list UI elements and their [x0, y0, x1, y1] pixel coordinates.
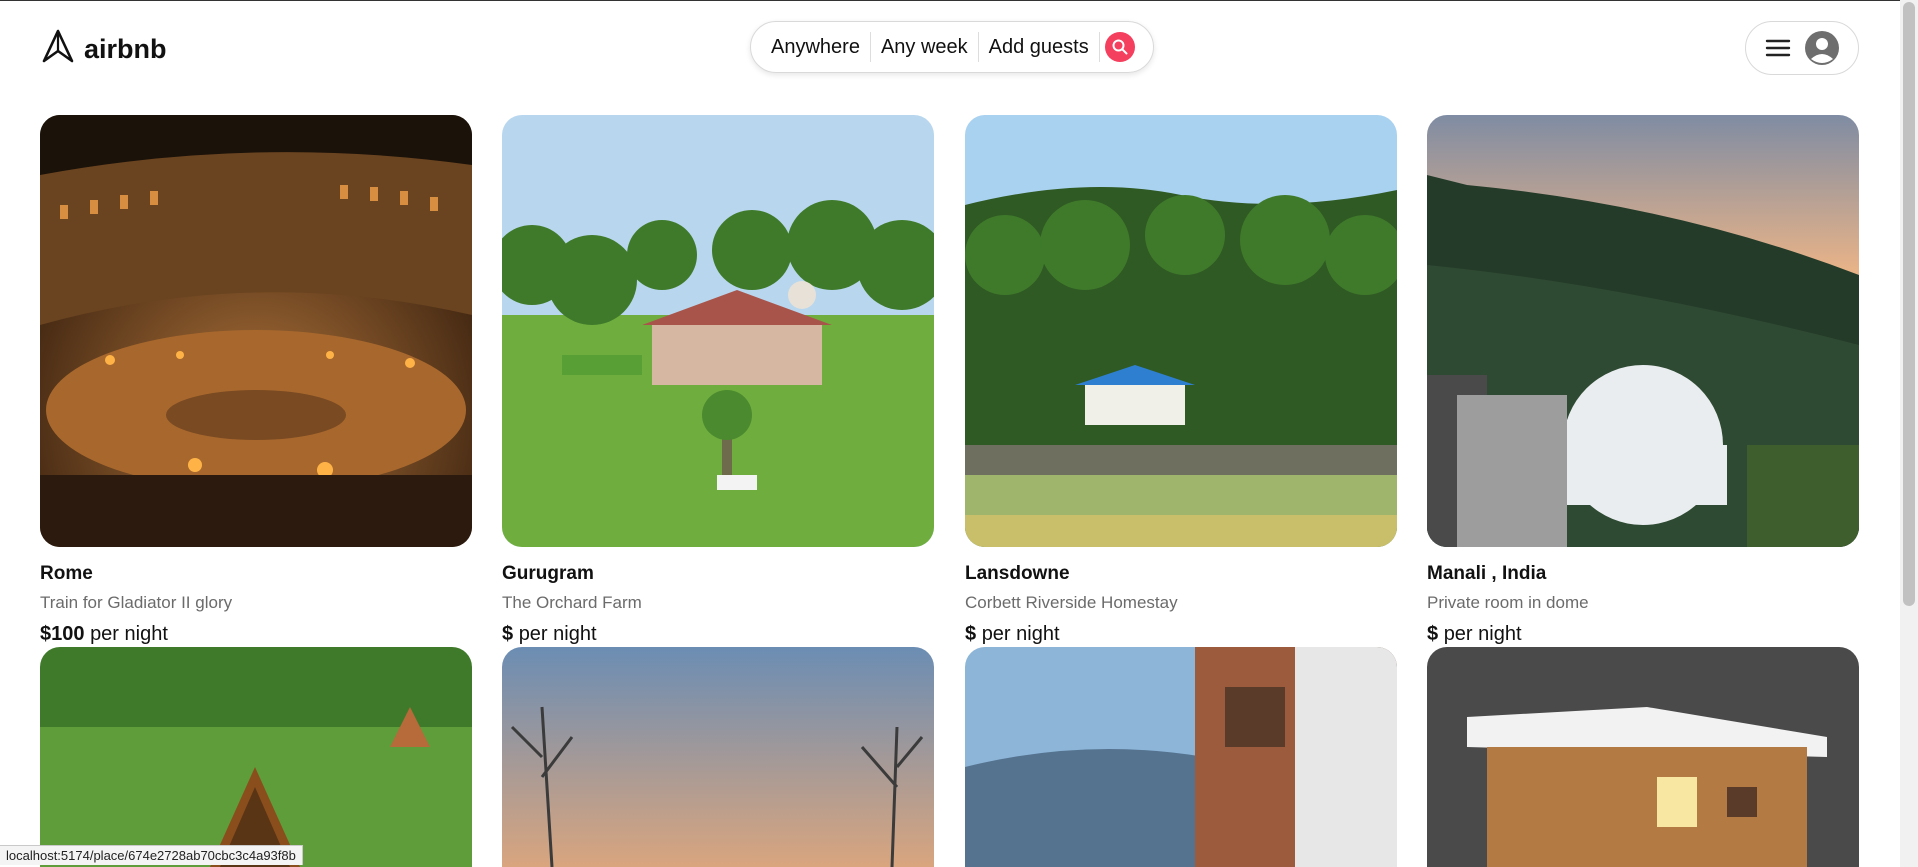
listing-photo[interactable]: [1427, 647, 1859, 867]
brand-name: airbnb: [84, 34, 167, 64]
listing-subtitle: Train for Gladiator II glory: [40, 593, 233, 612]
status-url: localhost:5174/place/674e2728ab70cbc3c4a…: [0, 845, 303, 865]
listing-price: $ per night: [965, 623, 1397, 646]
listing-title: Manali , India: [1427, 563, 1547, 584]
listing-photo[interactable]: [502, 647, 934, 867]
search-bar[interactable]: Anywhere Any week Add guests: [750, 21, 1154, 73]
price-unit: per night: [981, 623, 1060, 645]
listing-title: Lansdowne: [965, 563, 1070, 584]
listing-photo[interactable]: [965, 647, 1397, 867]
price-unit: per night: [1443, 623, 1522, 645]
listing-photo[interactable]: [502, 115, 934, 547]
search-add-guests[interactable]: Add guests: [979, 34, 1099, 60]
farmhouse-photo: [502, 115, 934, 547]
listing-card[interactable]: Rome Train for Gladiator II glory $100 p…: [40, 115, 472, 646]
listing-price: $ per night: [502, 623, 934, 646]
user-menu-button[interactable]: [1745, 21, 1859, 75]
header: airbnb Anywhere Any week Add guests: [0, 0, 1900, 100]
price-amount: $: [502, 623, 514, 645]
price-amount: $: [965, 623, 977, 645]
listing-card[interactable]: Manali , India Private room in dome $ pe…: [1427, 115, 1859, 646]
price-amount: $: [1427, 623, 1439, 645]
user-avatar-icon: [1805, 31, 1839, 65]
listing-card[interactable]: Gurugram The Orchard Farm $ per night: [502, 115, 934, 646]
search-any-week[interactable]: Any week: [871, 34, 978, 60]
listing-photo[interactable]: [40, 115, 472, 547]
price-unit: per night: [518, 623, 597, 645]
listing-subtitle: Corbett Riverside Homestay: [965, 593, 1178, 612]
dome-photo: [1427, 115, 1859, 547]
listing-price: $ per night: [1427, 623, 1859, 646]
listing-title: Rome: [40, 563, 93, 584]
scrollbar-thumb[interactable]: [1903, 2, 1915, 606]
homestay-photo: [965, 115, 1397, 547]
listing-subtitle: The Orchard Farm: [502, 593, 642, 612]
airbnb-logo-icon: [40, 28, 76, 71]
vertical-scrollbar[interactable]: [1900, 0, 1918, 867]
listing-title: Gurugram: [502, 563, 594, 584]
listing-photo[interactable]: [40, 647, 472, 867]
search-icon: [1112, 39, 1128, 55]
price-unit: per night: [90, 623, 168, 645]
listing-subtitle: Private room in dome: [1427, 593, 1589, 612]
listing-photo[interactable]: [965, 115, 1397, 547]
search-anywhere[interactable]: Anywhere: [771, 34, 870, 60]
search-button[interactable]: [1105, 32, 1135, 62]
logo[interactable]: airbnb: [40, 28, 167, 71]
hamburger-menu-icon: [1765, 37, 1791, 59]
divider: [1098, 32, 1100, 62]
price-amount: $100: [40, 623, 85, 645]
listing-card[interactable]: Lansdowne Corbett Riverside Homestay $ p…: [965, 115, 1397, 646]
listing-price: $100 per night: [40, 623, 472, 646]
listing-photo[interactable]: [1427, 115, 1859, 547]
colosseum-photo: [40, 115, 472, 547]
